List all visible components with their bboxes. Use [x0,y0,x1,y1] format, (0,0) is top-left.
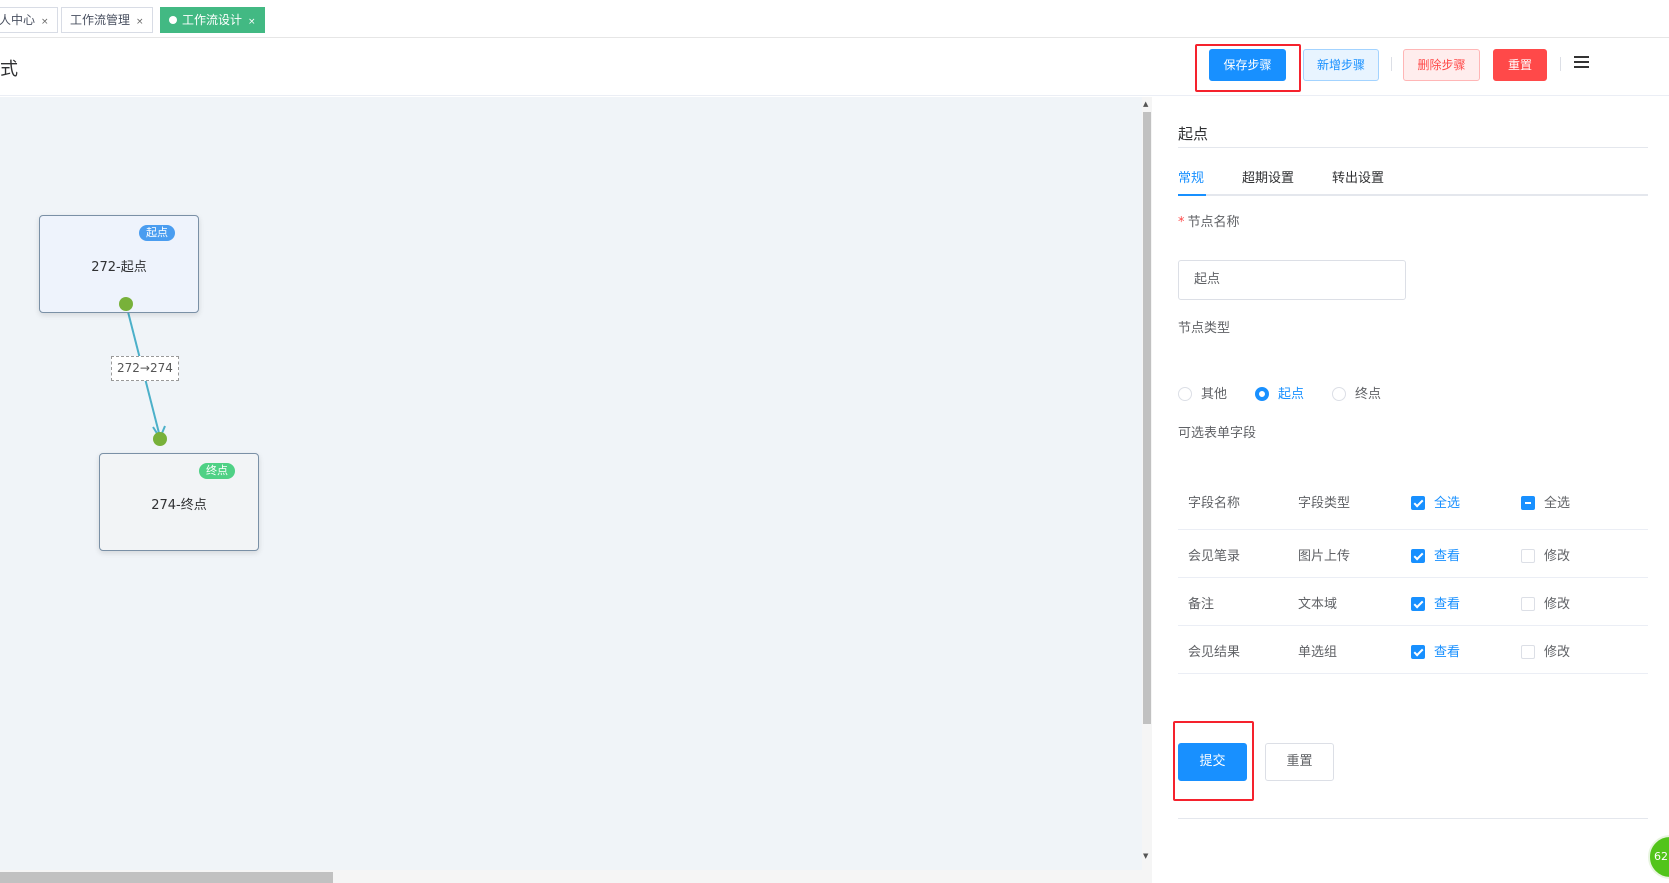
scroll-down-icon[interactable]: ▼ [1143,852,1148,860]
anchor-point[interactable] [119,297,133,311]
checkbox-checked-icon [1411,597,1425,611]
tab-personal-center[interactable]: 人中心 × [0,7,58,33]
checkbox-icon [1521,549,1535,563]
tab-active-indicator [1178,194,1206,196]
panel-title: 起点 [1178,125,1209,143]
tab-workflow-design[interactable]: 工作流设计 × [160,7,265,33]
node-badge: 起点 [139,225,175,241]
tab-general[interactable]: 常规 [1178,167,1204,186]
table-row: 备注 文本域 查看 修改 [1178,578,1648,626]
table-header-row: 字段名称 字段类型 全选 全选 [1178,472,1648,530]
active-dot-icon [169,16,177,24]
horizontal-scrollbar-thumb[interactable] [0,872,333,883]
tags-view-bar: 人中心 × 工作流管理 × 工作流设计 × [0,0,1669,38]
view-checkbox[interactable]: 查看 [1411,545,1460,564]
highlight-box [1195,44,1301,92]
radio-circle-icon [1332,387,1346,401]
tabs-underline [1178,194,1648,196]
tab-label: 工作流管理 [70,13,131,27]
tab-workflow-management[interactable]: 工作流管理 × [61,7,153,33]
field-name-cell: 会见结果 [1188,645,1241,660]
node-label: 272-起点 [91,260,147,275]
field-type-cell: 图片上传 [1298,549,1351,564]
tab-label: 工作流设计 [182,13,243,27]
edit-checkbox[interactable]: 修改 [1521,641,1570,660]
page-title: 式 [0,59,18,80]
required-asterisk-icon: * [1178,215,1185,230]
tab-timeout-settings[interactable]: 超期设置 [1242,167,1294,186]
hamburger-icon[interactable] [1574,56,1589,69]
panel-reset-button[interactable]: 重置 [1265,743,1334,781]
form-fields-table: 字段名称 字段类型 全选 全选 会见笔录 图片上传 查看 修改 备注 文本域 查… [1178,472,1648,674]
vertical-scrollbar-thumb[interactable] [1143,112,1151,724]
divider [1391,57,1392,71]
radio-checked-icon [1255,387,1269,401]
view-checkbox[interactable]: 查看 [1411,593,1460,612]
checkbox-icon [1521,597,1535,611]
table-row: 会见笔录 图片上传 查看 修改 [1178,530,1648,578]
divider [1178,147,1648,148]
field-type-cell: 文本域 [1298,597,1338,612]
reset-button[interactable]: 重置 [1493,49,1547,81]
workflow-node-end[interactable]: 终点 274-终点 [99,453,259,551]
table-row: 会见结果 单选组 查看 修改 [1178,626,1648,674]
node-name-input[interactable]: 起点 [1178,260,1406,300]
divider [1178,818,1648,819]
close-icon[interactable]: × [136,17,144,27]
close-icon[interactable]: × [41,17,49,27]
edit-checkbox[interactable]: 修改 [1521,545,1570,564]
divider [1560,57,1561,71]
field-type-cell: 单选组 [1298,645,1338,660]
radio-other[interactable]: 其他 [1178,383,1227,402]
add-step-button[interactable]: 新增步骤 [1303,49,1379,81]
close-icon[interactable]: × [248,17,256,27]
fields-label: 可选表单字段 [1178,426,1257,441]
checkbox-indeterminate-icon [1521,496,1535,510]
checkbox-checked-icon [1411,645,1425,659]
node-badge: 终点 [199,463,235,479]
field-name-cell: 备注 [1188,597,1215,612]
edit-checkbox[interactable]: 修改 [1521,593,1570,612]
checkbox-icon [1521,645,1535,659]
field-name-cell: 会见笔录 [1188,549,1241,564]
radio-end[interactable]: 终点 [1332,383,1381,402]
node-type-label: 节点类型 [1178,321,1231,336]
column-header-field-name: 字段名称 [1188,496,1241,511]
checkbox-checked-icon [1411,549,1425,563]
column-header-field-type: 字段类型 [1298,496,1351,511]
edge-label[interactable]: 272→274 [111,356,179,381]
delete-step-button[interactable]: 删除步骤 [1403,49,1480,81]
scroll-up-icon[interactable]: ▲ [1143,100,1148,108]
select-all-view-checkbox[interactable]: 全选 [1411,492,1460,511]
node-label: 274-终点 [151,498,207,513]
tab-label: 人中心 [0,13,36,27]
workflow-node-start[interactable]: 起点 272-起点 [39,215,199,313]
radio-circle-icon [1178,387,1192,401]
node-name-label: * 节点名称 [1178,215,1240,230]
view-checkbox[interactable]: 查看 [1411,641,1460,660]
radio-start[interactable]: 起点 [1255,383,1304,402]
tab-transfer-settings[interactable]: 转出设置 [1332,167,1384,186]
anchor-point[interactable] [153,432,167,446]
highlight-box [1173,721,1254,801]
select-all-edit-checkbox[interactable]: 全选 [1521,492,1570,511]
checkbox-checked-icon [1411,496,1425,510]
workflow-canvas[interactable]: 起点 272-起点 终点 274-终点 272→274 [0,97,1152,883]
